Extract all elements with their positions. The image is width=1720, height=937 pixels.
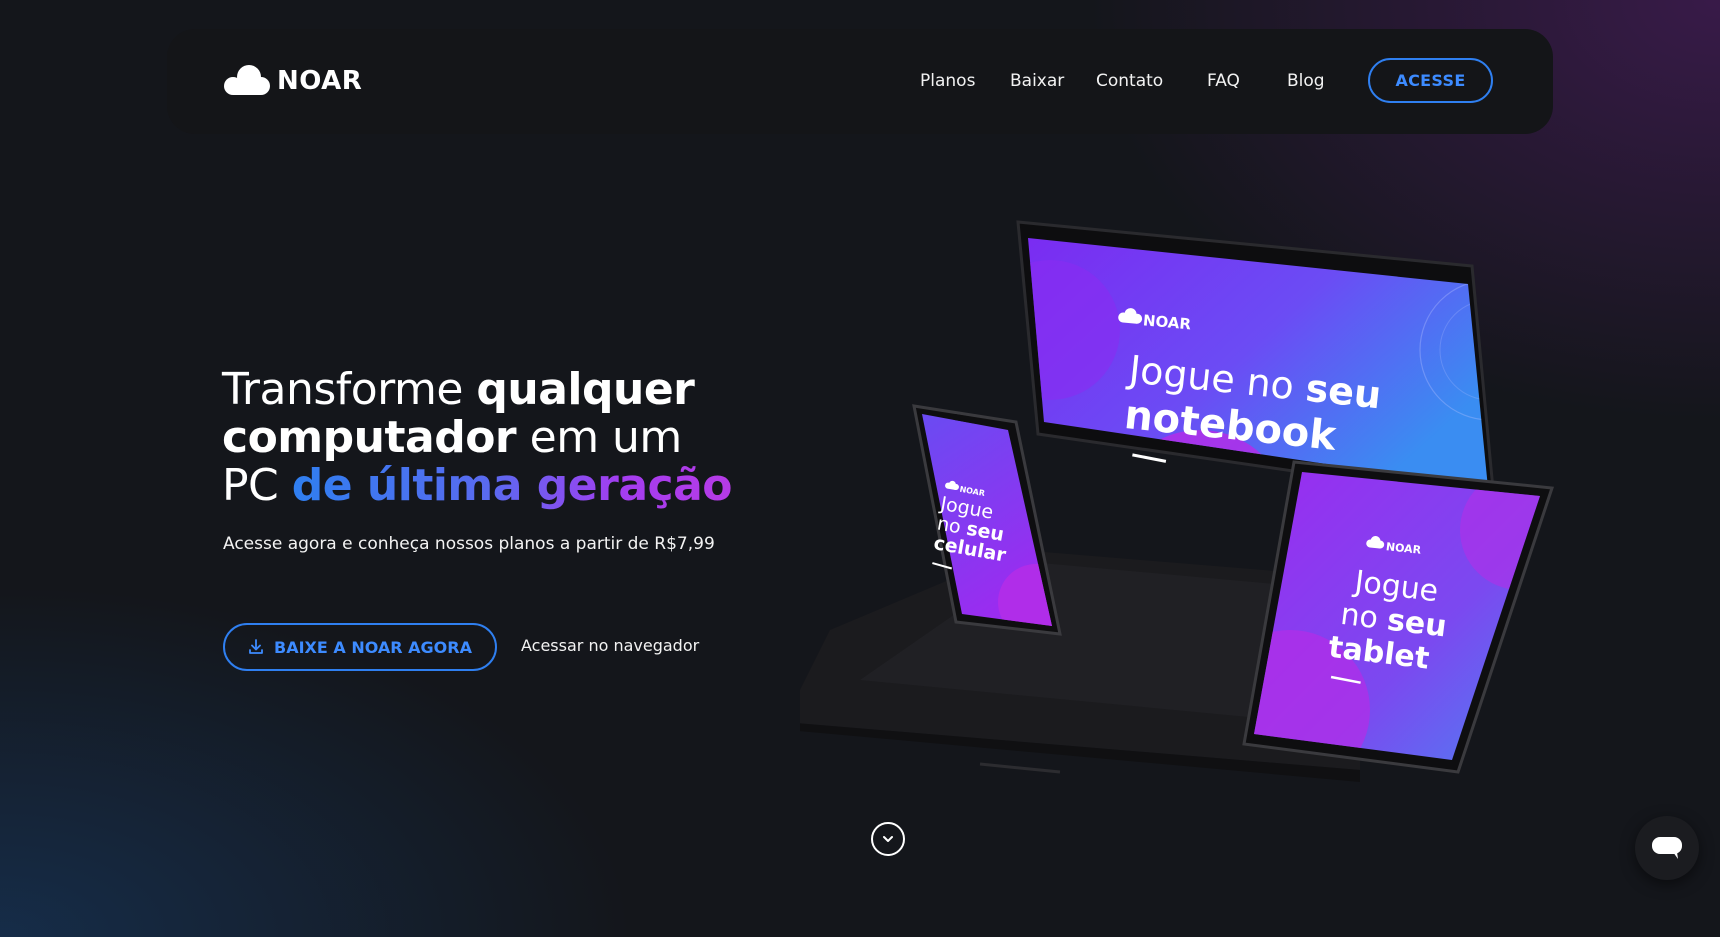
brand-name: NOAR — [277, 66, 363, 96]
brand-logo[interactable]: NOAR — [223, 64, 362, 98]
nav-blog[interactable]: Blog — [1287, 71, 1325, 91]
download-button[interactable]: BAIXE A NOAR AGORA — [223, 623, 497, 671]
nav-faq[interactable]: FAQ — [1207, 71, 1240, 91]
hero-title-part: em um — [516, 412, 683, 463]
laptop-notch — [979, 762, 1061, 774]
scroll-down-button[interactable] — [871, 822, 905, 856]
nav-baixar[interactable]: Baixar — [1010, 71, 1064, 91]
laptop-screen-blob — [1028, 260, 1120, 400]
download-icon — [249, 639, 263, 654]
hero-subtitle: Acesse agora e conheça nossos planos a p… — [223, 534, 715, 554]
chevron-down-icon — [883, 836, 893, 842]
chat-icon — [1652, 837, 1682, 859]
nav-planos[interactable]: Planos — [920, 71, 975, 91]
cloud-logo-icon — [224, 65, 270, 95]
hero-title-part: PC — [222, 460, 292, 511]
chat-button[interactable] — [1635, 816, 1699, 880]
browser-link[interactable]: Acessar no navegador — [521, 636, 699, 655]
hero-title: Transforme qualquer computador em um PC de… — [222, 364, 733, 511]
hero-title-bold: qualquer — [476, 364, 695, 415]
acesse-button[interactable]: ACESSE — [1368, 58, 1493, 103]
devices-illustration: NOAR Jogue no seu notebook NOAR Jogue no… — [800, 220, 1555, 782]
hero-title-gradient: de última geração — [291, 460, 733, 511]
hero-title-part: Transforme — [222, 364, 477, 415]
nav-contato[interactable]: Contato — [1096, 71, 1163, 91]
header-navbar: NOAR Planos Baixar Contato FAQ Blog ACES… — [167, 29, 1553, 134]
hero-title-bold: computador — [222, 412, 517, 463]
download-button-label: BAIXE A NOAR AGORA — [274, 637, 472, 657]
